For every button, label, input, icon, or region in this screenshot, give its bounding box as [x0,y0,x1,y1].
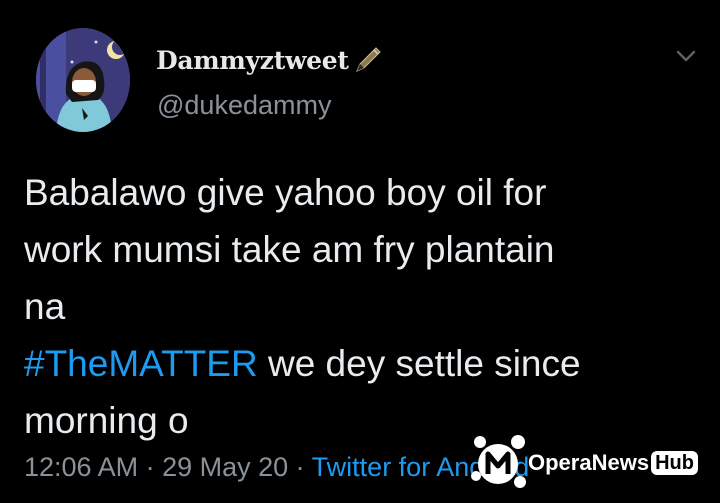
avatar-illustration [36,28,130,132]
meta-separator: · [288,452,312,482]
tweet-text-line: Babalawo give yahoo boy oil for [24,172,547,213]
chevron-down-icon[interactable] [672,46,700,66]
author-name-row[interactable]: Dammyztweet [156,42,385,78]
tweet-meta: 12:06 AM · 29 May 20 · Twitter for Andro… [24,452,529,483]
tweet-text-line: na [24,286,66,327]
tweet-card: Dammyztweet @dukedammy Babalawo give yah… [0,0,720,503]
operanews-watermark: OperaNews Hub [462,424,712,494]
tweet-text-line-hashtag: #TheMATTER we dey settle since [24,335,704,392]
pen-icon [351,43,385,77]
meta-separator: · [138,452,163,482]
operanews-logo-icon [471,435,526,488]
tweet-time: 12:06 AM [24,452,139,482]
hashtag-link[interactable]: #TheMATTER [24,343,258,384]
author-handle[interactable]: @dukedammy [157,90,331,121]
watermark-badge: Hub [651,451,698,475]
display-name[interactable]: Dammyztweet [156,46,349,75]
tweet-text: Babalawo give yahoo boy oil for work mum… [24,164,704,449]
tweet-text-line: work mumsi take am fry plantain [24,229,555,270]
avatar[interactable] [36,28,130,132]
watermark-label: OperaNews Hub [528,450,698,476]
tweet-date: 29 May 20 [162,452,289,482]
tweet-text-fragment: we dey settle since [257,343,581,384]
watermark-brand: OperaNews [528,450,650,475]
